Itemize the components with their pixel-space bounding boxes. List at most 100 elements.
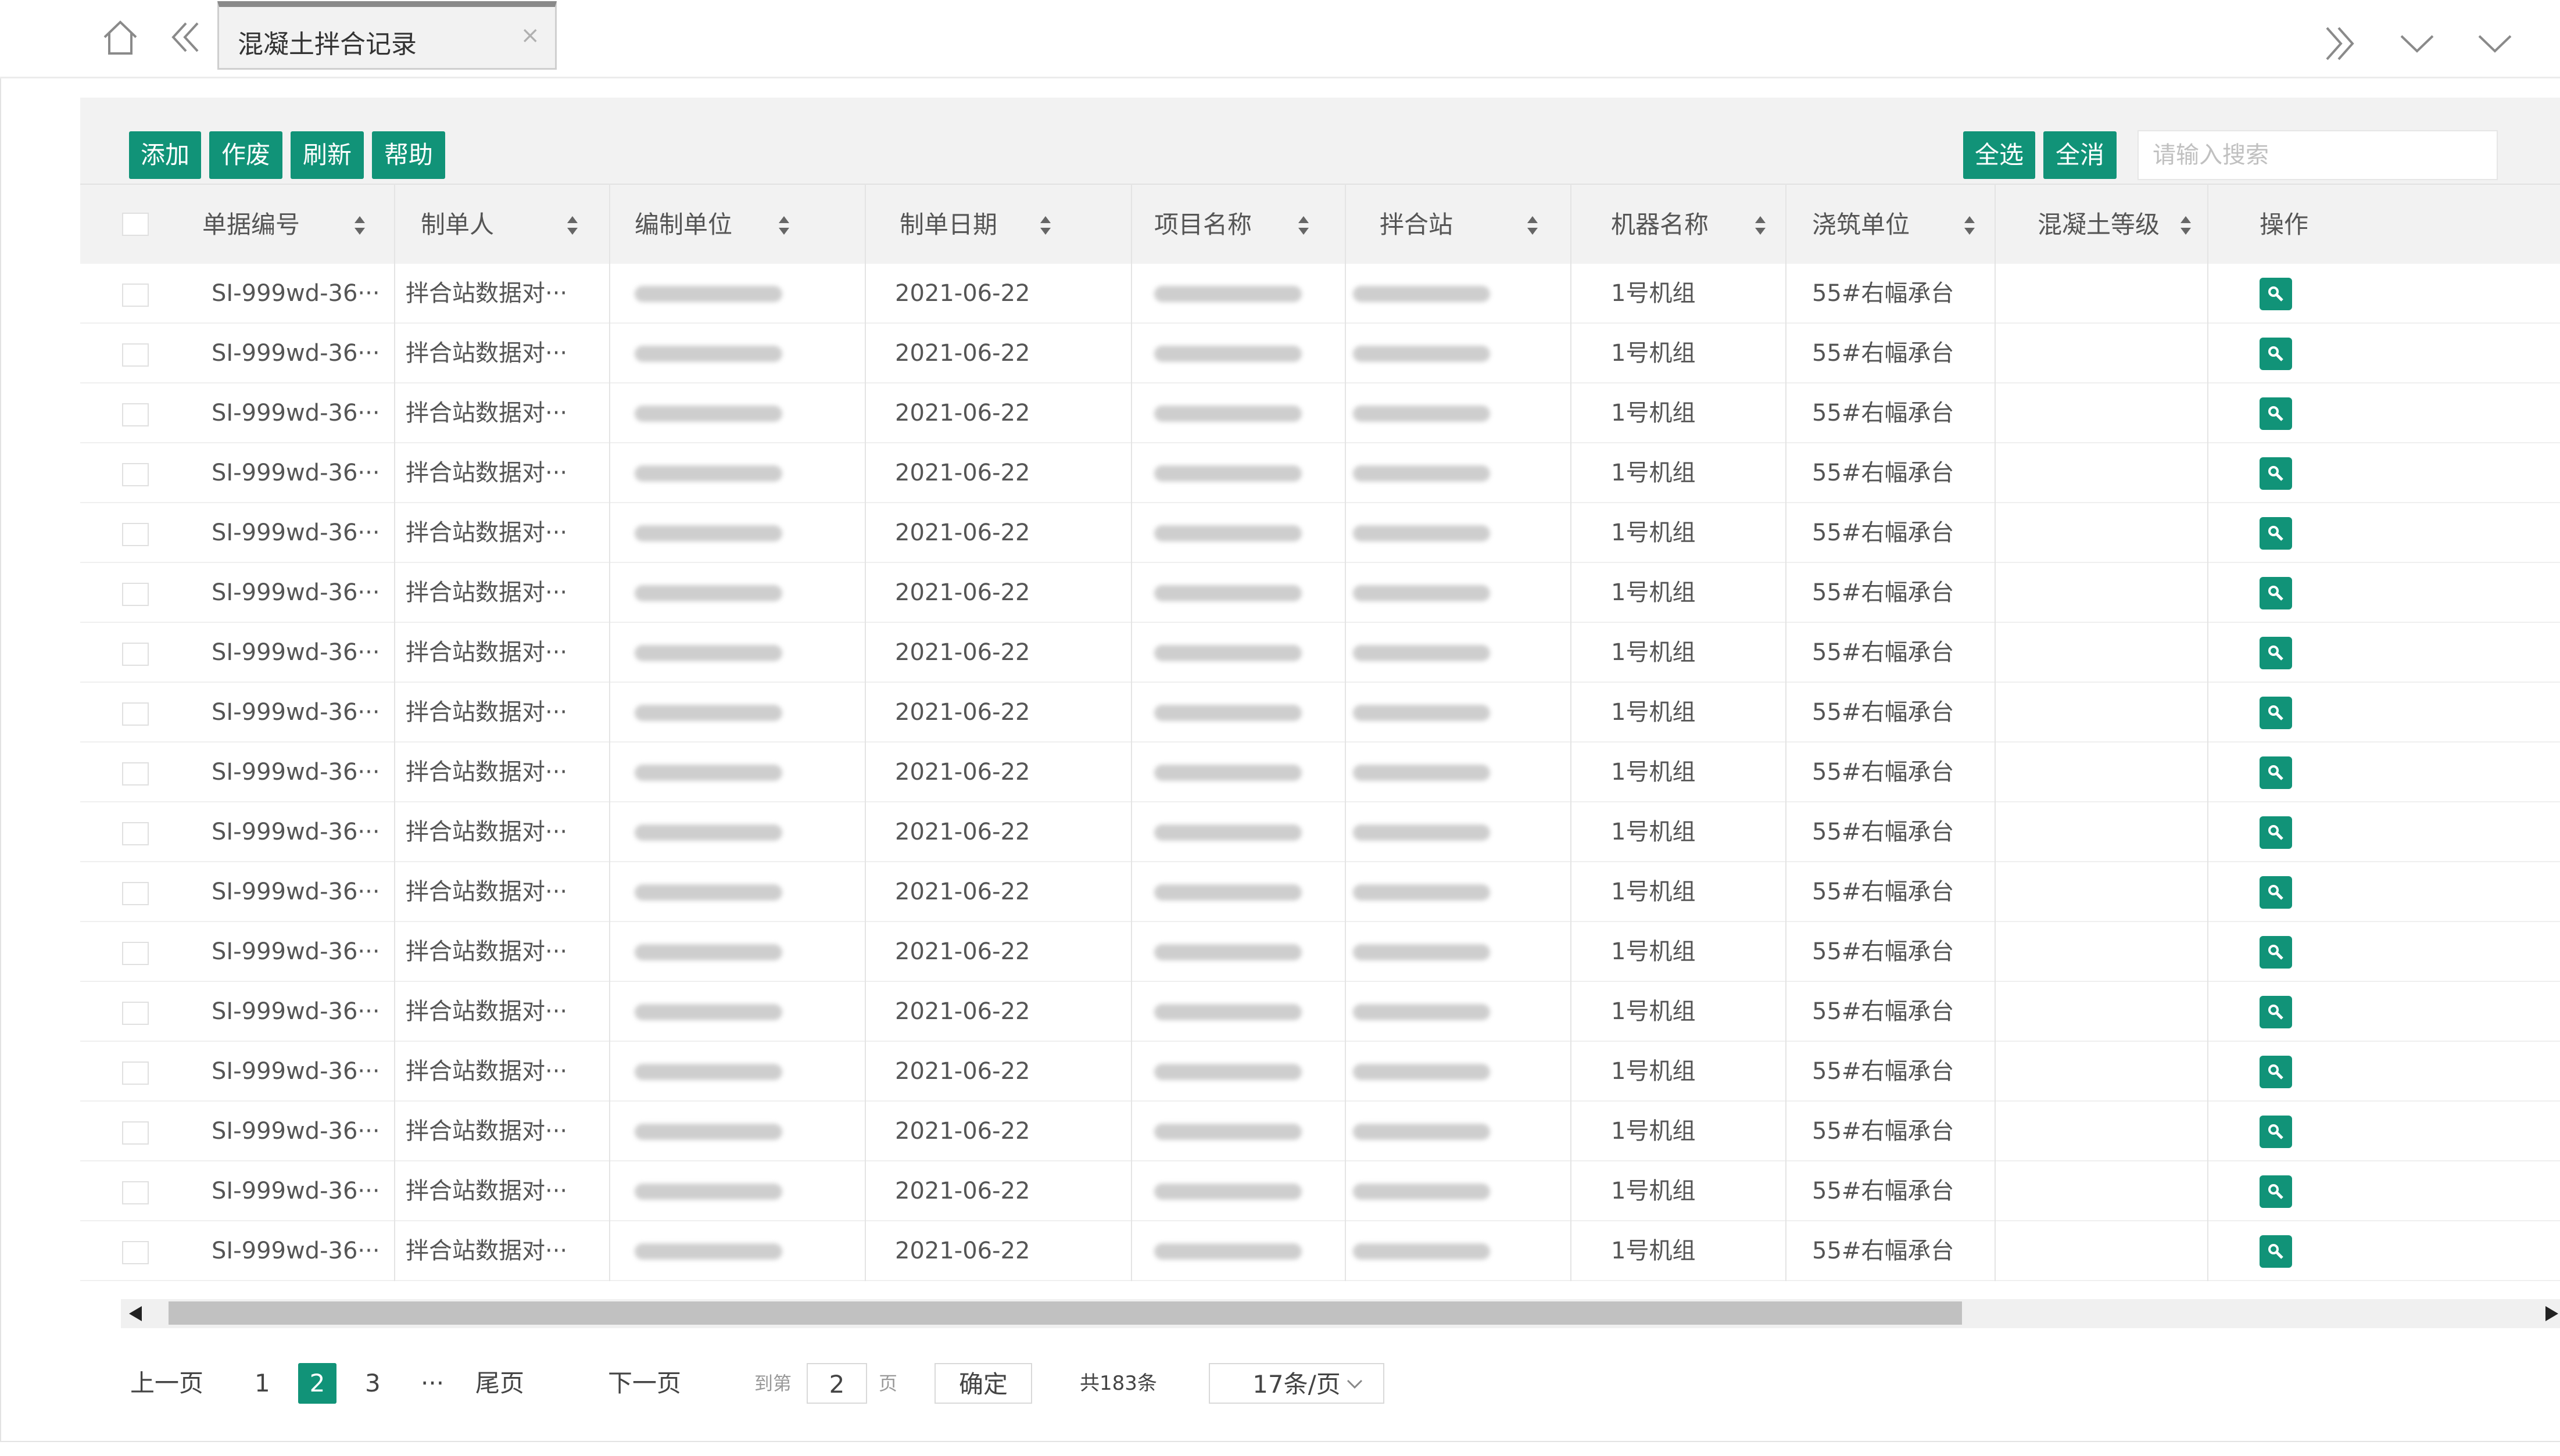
view-button[interactable] bbox=[2260, 1235, 2292, 1268]
table-row[interactable]: SI-999wd-36··· 拌合站数据对··· 2021-06-22 1号机组 55#… bbox=[80, 563, 2560, 623]
page-1[interactable]: 1 bbox=[255, 1363, 270, 1404]
table-row[interactable]: SI-999wd-36··· 拌合站数据对··· 2021-06-22 1号机组 55#… bbox=[80, 443, 2560, 503]
row-checkbox[interactable] bbox=[122, 882, 149, 905]
table-row[interactable]: SI-999wd-36··· 拌合站数据对··· 2021-06-22 1号机组 55#… bbox=[80, 623, 2560, 683]
view-button[interactable] bbox=[2260, 338, 2292, 370]
view-button[interactable] bbox=[2260, 637, 2292, 669]
view-button[interactable] bbox=[2260, 756, 2292, 789]
row-checkbox[interactable] bbox=[122, 1181, 149, 1204]
close-icon[interactable]: × bbox=[520, 22, 540, 49]
view-button[interactable] bbox=[2260, 936, 2292, 969]
view-button[interactable] bbox=[2260, 457, 2292, 490]
table-row[interactable]: SI-999wd-36··· 拌合站数据对··· 2021-06-22 1号机组 55#… bbox=[80, 862, 2560, 922]
scroll-left-arrow-icon[interactable] bbox=[129, 1306, 142, 1321]
view-button[interactable] bbox=[2260, 517, 2292, 550]
row-checkbox[interactable] bbox=[122, 1241, 149, 1264]
prev-page-link[interactable]: 上一页 bbox=[130, 1363, 203, 1404]
confirm-button[interactable]: 确定 bbox=[935, 1363, 1032, 1404]
table-row[interactable]: SI-999wd-36··· 拌合站数据对··· 2021-06-22 1号机组 55#… bbox=[80, 383, 2560, 443]
view-button[interactable] bbox=[2260, 278, 2292, 310]
refresh-button[interactable]: 刷新 bbox=[291, 131, 364, 179]
sort-icon[interactable] bbox=[1039, 215, 1052, 236]
table-row[interactable]: SI-999wd-36··· 拌合站数据对··· 2021-06-22 1号机组 55#… bbox=[80, 1102, 2560, 1161]
row-checkbox[interactable] bbox=[122, 1061, 149, 1085]
row-checkbox[interactable] bbox=[122, 583, 149, 606]
view-button[interactable] bbox=[2260, 697, 2292, 729]
sort-icon[interactable] bbox=[2179, 215, 2192, 236]
row-checkbox[interactable] bbox=[122, 643, 149, 666]
goto-page-input[interactable]: 2 bbox=[807, 1363, 867, 1404]
row-checkbox[interactable] bbox=[122, 463, 149, 486]
column-header[interactable]: 浇筑单位 bbox=[1812, 185, 1910, 265]
table-row[interactable]: SI-999wd-36··· 拌合站数据对··· 2021-06-22 1号机组 55#… bbox=[80, 324, 2560, 383]
view-button[interactable] bbox=[2260, 397, 2292, 430]
chevron-down-icon[interactable] bbox=[2397, 23, 2437, 64]
row-checkbox[interactable] bbox=[122, 403, 149, 426]
row-checkbox[interactable] bbox=[122, 343, 149, 367]
scrollbar-thumb[interactable] bbox=[169, 1301, 1962, 1325]
row-checkbox[interactable] bbox=[122, 523, 149, 546]
page-3[interactable]: 3 bbox=[365, 1363, 381, 1404]
void-button[interactable]: 作废 bbox=[209, 131, 282, 179]
sort-icon[interactable] bbox=[353, 215, 366, 236]
view-button[interactable] bbox=[2260, 577, 2292, 609]
redacted-cell bbox=[1154, 286, 1302, 302]
table-row[interactable]: SI-999wd-36··· 拌合站数据对··· 2021-06-22 1号机组 55#… bbox=[80, 982, 2560, 1042]
sort-icon[interactable] bbox=[1754, 215, 1767, 236]
column-header[interactable]: 拌合站 bbox=[1380, 185, 1453, 265]
table-row[interactable]: SI-999wd-36··· 拌合站数据对··· 2021-06-22 1号机组 55#… bbox=[80, 264, 2560, 324]
sort-icon[interactable] bbox=[566, 215, 579, 236]
table-row[interactable]: SI-999wd-36··· 拌合站数据对··· 2021-06-22 1号机组 55#… bbox=[80, 802, 2560, 862]
view-button[interactable] bbox=[2260, 996, 2292, 1028]
select-all-checkbox[interactable] bbox=[122, 213, 149, 236]
row-checkbox[interactable] bbox=[122, 822, 149, 845]
scroll-right-arrow-icon[interactable] bbox=[2545, 1306, 2558, 1321]
last-page-link[interactable]: 尾页 bbox=[475, 1363, 524, 1404]
sort-icon[interactable] bbox=[1963, 215, 1976, 236]
row-checkbox[interactable] bbox=[122, 284, 149, 307]
table-row[interactable]: SI-999wd-36··· 拌合站数据对··· 2021-06-22 1号机组 55#… bbox=[80, 1221, 2560, 1281]
home-icon[interactable] bbox=[100, 17, 141, 58]
column-header[interactable]: 混凝土等级 bbox=[2038, 185, 2160, 265]
chevron-down-icon[interactable] bbox=[2475, 23, 2515, 64]
column-header[interactable]: 制单日期 bbox=[900, 185, 997, 265]
row-checkbox[interactable] bbox=[122, 1002, 149, 1025]
double-chevron-left-icon[interactable] bbox=[169, 20, 203, 55]
column-header[interactable]: 项目名称 bbox=[1154, 185, 1252, 265]
redacted-cell bbox=[635, 346, 782, 362]
table-row[interactable]: SI-999wd-36··· 拌合站数据对··· 2021-06-22 1号机组 55#… bbox=[80, 503, 2560, 563]
view-button[interactable] bbox=[2260, 1056, 2292, 1088]
table-row[interactable]: SI-999wd-36··· 拌合站数据对··· 2021-06-22 1号机组 55#… bbox=[80, 1042, 2560, 1102]
column-header[interactable]: 机器名称 bbox=[1611, 185, 1709, 265]
column-header[interactable]: 制单人 bbox=[421, 185, 494, 265]
tab-concrete-mix-record[interactable]: 混凝土拌合记录 × bbox=[217, 1, 557, 70]
view-button[interactable] bbox=[2260, 1175, 2292, 1208]
double-chevron-right-icon[interactable] bbox=[2319, 23, 2360, 64]
table-row[interactable]: SI-999wd-36··· 拌合站数据对··· 2021-06-22 1号机组 55#… bbox=[80, 683, 2560, 743]
column-header[interactable]: 单据编号 bbox=[202, 185, 300, 265]
row-checkbox[interactable] bbox=[122, 942, 149, 965]
sort-icon[interactable] bbox=[1526, 215, 1539, 236]
add-button[interactable]: 添加 bbox=[129, 131, 201, 179]
column-header[interactable]: 操作 bbox=[2260, 185, 2308, 265]
column-header[interactable]: 编制单位 bbox=[635, 185, 732, 265]
view-button[interactable] bbox=[2260, 876, 2292, 909]
select-all-button[interactable]: 全选 bbox=[1963, 131, 2035, 179]
table-row[interactable]: SI-999wd-36··· 拌合站数据对··· 2021-06-22 1号机组 55#… bbox=[80, 922, 2560, 982]
search-input[interactable]: 请输入搜索 bbox=[2137, 130, 2498, 180]
page-2-current[interactable]: 2 bbox=[298, 1363, 336, 1404]
help-button[interactable]: 帮助 bbox=[372, 131, 445, 179]
row-checkbox[interactable] bbox=[122, 1121, 149, 1145]
table-row[interactable]: SI-999wd-36··· 拌合站数据对··· 2021-06-22 1号机组 55#… bbox=[80, 743, 2560, 802]
table-row[interactable]: SI-999wd-36··· 拌合站数据对··· 2021-06-22 1号机组 55#… bbox=[80, 1161, 2560, 1221]
view-button[interactable] bbox=[2260, 816, 2292, 849]
page-size-select[interactable]: 17条/页 bbox=[1209, 1363, 1384, 1404]
row-checkbox[interactable] bbox=[122, 762, 149, 786]
view-button[interactable] bbox=[2260, 1116, 2292, 1148]
sort-icon[interactable] bbox=[778, 215, 790, 236]
deselect-all-button[interactable]: 全消 bbox=[2043, 131, 2117, 179]
row-checkbox[interactable] bbox=[122, 702, 149, 726]
sort-icon[interactable] bbox=[1297, 215, 1310, 236]
next-page-link[interactable]: 下一页 bbox=[608, 1363, 681, 1404]
horizontal-scrollbar[interactable] bbox=[121, 1299, 2560, 1328]
